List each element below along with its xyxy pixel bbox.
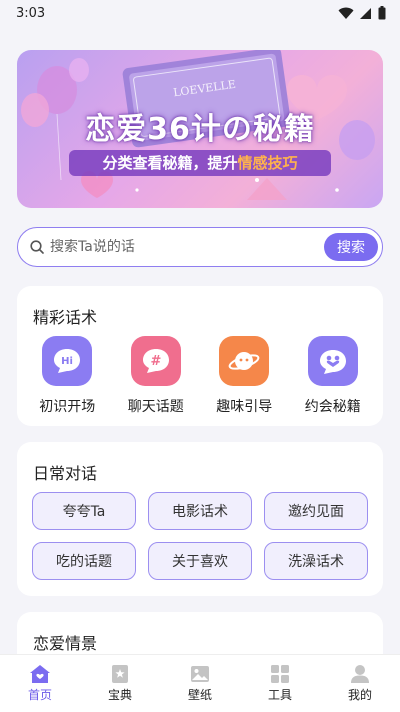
featured-list: Hi 初识开场 # 聊天话题 趣味引导 约会秘籍: [17, 336, 383, 416]
nav-label: 我的: [347, 688, 372, 702]
couple-heart-icon: [307, 336, 358, 386]
svg-text:#: #: [150, 354, 161, 369]
nav-label: 宝典: [107, 688, 132, 702]
daily-title: 日常对话: [33, 464, 98, 483]
search-input[interactable]: [50, 239, 324, 255]
chip-invite-meet[interactable]: 邀约见面: [264, 492, 368, 530]
nav-label: 壁纸: [187, 688, 212, 702]
nav-home[interactable]: 首页: [5, 664, 75, 703]
nav-label: 工具: [267, 688, 292, 702]
signal-icon: [360, 7, 371, 19]
nav-label: 首页: [27, 688, 52, 702]
nav-tools[interactable]: 工具: [245, 664, 315, 703]
banner-subtitle: 分类查看秘籍，提升情感技巧: [69, 150, 331, 176]
featured-title: 精彩话术: [33, 308, 98, 327]
search-icon: [30, 240, 44, 254]
status-icons: [338, 6, 386, 20]
nav-guide[interactable]: 宝典: [85, 664, 155, 703]
chip-about-liking[interactable]: 关于喜欢: [148, 542, 252, 580]
home-icon: [30, 665, 50, 683]
image-icon: [191, 666, 209, 682]
bottom-nav: 首页 宝典 壁纸 工具 我的: [0, 654, 400, 712]
feature-first-meet[interactable]: Hi 初识开场: [28, 336, 106, 416]
svg-text:Hi: Hi: [61, 356, 73, 367]
banner[interactable]: LOEVELLE 恋爱36计の秘籍 分类查看秘籍，提升情感技巧: [17, 50, 383, 208]
hashtag-chat-icon: #: [130, 336, 181, 386]
chip-movie-talk[interactable]: 电影话术: [148, 492, 252, 530]
banner-subtitle-highlight: 情感技巧: [237, 154, 298, 172]
status-bar: 3:03: [0, 0, 400, 26]
planet-icon: [219, 336, 270, 386]
banner-title: 恋爱36计の秘籍: [85, 112, 315, 147]
feature-label: 聊天话题: [127, 399, 184, 415]
person-icon: [351, 665, 369, 683]
status-time: 3:03: [16, 5, 46, 21]
grid-icon: [271, 665, 289, 683]
nav-wallpaper[interactable]: 壁纸: [165, 664, 235, 703]
feature-label: 趣味引导: [216, 399, 273, 415]
daily-chip-grid: 夸夸Ta 电影话术 邀约见面 吃的话题 关于喜欢 洗澡话术: [32, 492, 368, 580]
search-bar: 搜索: [17, 227, 383, 267]
feature-dating-tips[interactable]: 约会秘籍: [294, 336, 372, 416]
feature-label: 约会秘籍: [304, 399, 361, 415]
search-button[interactable]: 搜索: [324, 233, 378, 261]
featured-scripts-card: 精彩话术 Hi 初识开场 # 聊天话题 趣味引导 约会秘籍: [17, 286, 383, 426]
battery-icon: [378, 6, 386, 20]
love-scenes-title: 恋爱情景: [33, 634, 98, 653]
feature-fun-guide[interactable]: 趣味引导: [205, 336, 283, 416]
wifi-icon: [338, 7, 354, 19]
book-icon: [112, 665, 128, 683]
banner-subtitle-prefix: 分类查看秘籍，提升: [102, 154, 238, 172]
chip-shower-talk[interactable]: 洗澡话术: [264, 542, 368, 580]
chip-praise[interactable]: 夸夸Ta: [32, 492, 136, 530]
daily-conversation-card: 日常对话 夸夸Ta 电影话术 邀约见面 吃的话题 关于喜欢 洗澡话术: [17, 442, 383, 596]
feature-chat-topics[interactable]: # 聊天话题: [117, 336, 195, 416]
nav-me[interactable]: 我的: [325, 664, 395, 703]
feature-label: 初识开场: [39, 399, 96, 415]
hi-chat-icon: Hi: [42, 336, 93, 386]
chip-food-topics[interactable]: 吃的话题: [32, 542, 136, 580]
